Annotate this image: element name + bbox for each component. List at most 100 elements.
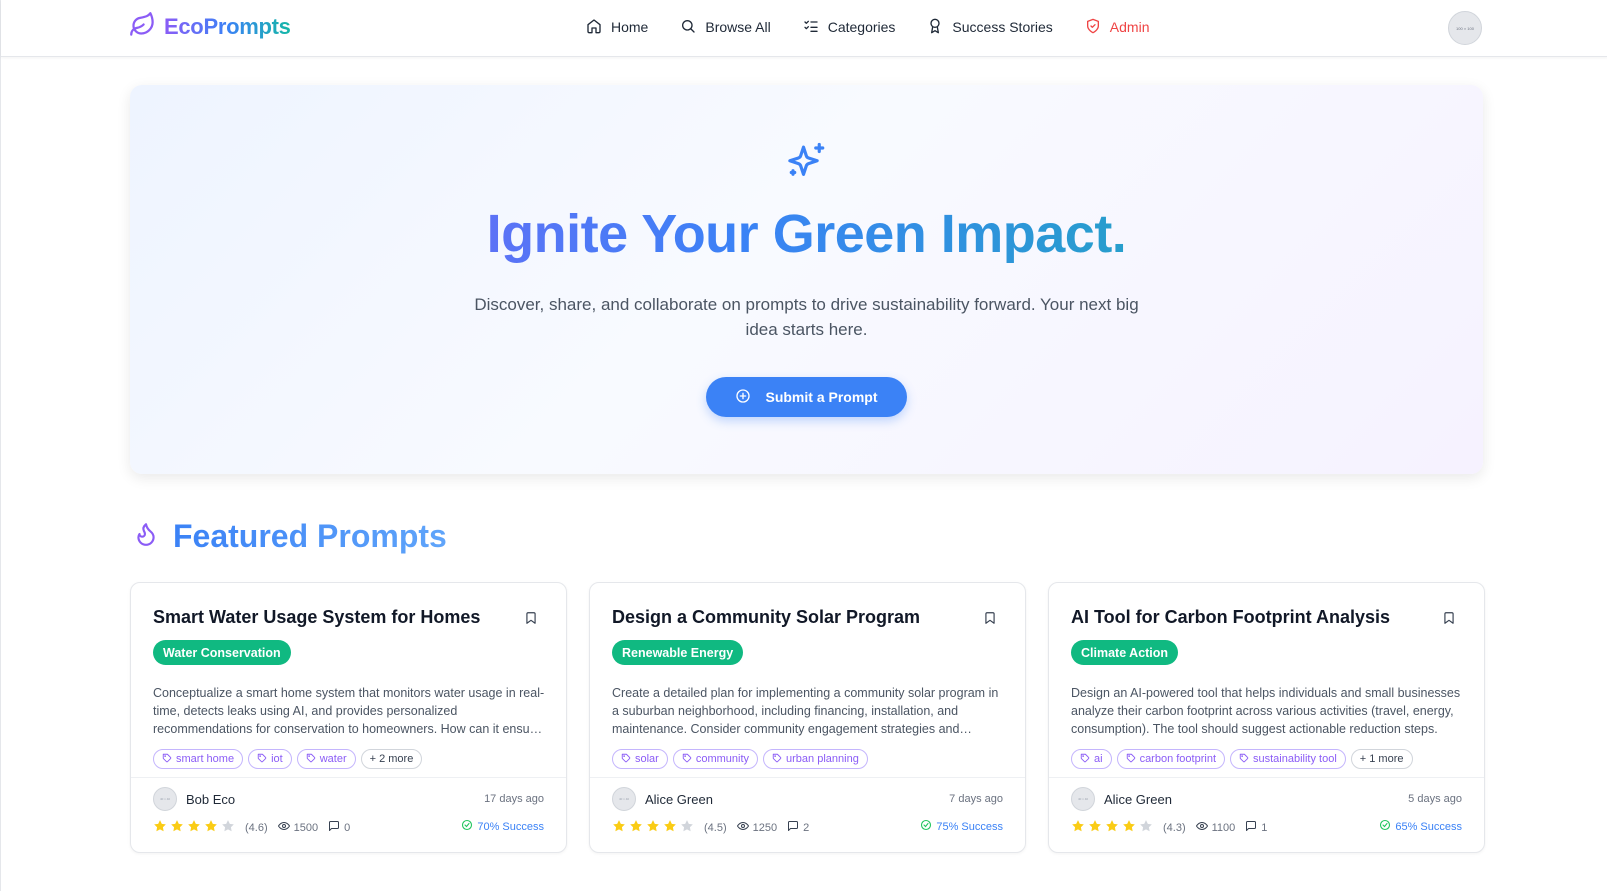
card-divider — [1049, 777, 1484, 778]
star-icon — [1122, 819, 1136, 836]
card-stats: (4.5) 1250 2 — [612, 819, 809, 836]
featured-header: Featured Prompts — [133, 516, 447, 556]
author[interactable]: 40 × 40 Bob Eco — [153, 787, 235, 811]
tag[interactable]: urban planning — [763, 749, 868, 769]
comment-icon — [328, 820, 340, 835]
check-circle-icon — [920, 819, 932, 834]
nav-browse-all-label: Browse All — [705, 19, 771, 35]
star-rating — [153, 819, 235, 836]
star-icon — [221, 819, 235, 836]
star-icon — [1071, 819, 1085, 836]
tag[interactable]: ai — [1071, 749, 1112, 769]
tag-icon — [162, 753, 172, 766]
tag[interactable]: sustainability tool — [1230, 749, 1346, 769]
tag[interactable]: solar — [612, 749, 668, 769]
submit-prompt-button[interactable]: Submit a Prompt — [706, 377, 907, 417]
views-count: 1250 — [736, 820, 777, 835]
tag-icon — [682, 753, 692, 766]
card-stats: (4.6) 1500 0 — [153, 819, 350, 836]
category-badge[interactable]: Renewable Energy — [612, 640, 744, 665]
prompt-card[interactable]: Smart Water Usage System for Homes Water… — [130, 582, 567, 853]
award-icon — [927, 18, 943, 37]
comments-count: 2 — [787, 820, 809, 835]
tag-icon — [1080, 753, 1090, 766]
star-icon — [646, 819, 660, 836]
comments-count: 1 — [1245, 820, 1267, 835]
card-title[interactable]: AI Tool for Carbon Footprint Analysis — [1071, 607, 1431, 628]
star-icon — [153, 819, 167, 836]
nav-browse-all[interactable]: Browse All — [680, 18, 771, 37]
category-badge[interactable]: Climate Action — [1071, 640, 1179, 665]
tag-list: smart home iot water + 2 more — [153, 749, 423, 769]
tag[interactable]: iot — [248, 749, 292, 769]
rating-value: (4.5) — [704, 821, 727, 834]
prompt-card[interactable]: Design a Community Solar Program Renewab… — [589, 582, 1026, 853]
time-ago: 7 days ago — [949, 793, 1003, 805]
tag-icon — [772, 753, 782, 766]
plus-circle-icon — [735, 388, 751, 407]
sparkles-icon — [786, 141, 828, 188]
author[interactable]: 40 × 40 Alice Green — [1071, 787, 1172, 811]
shield-icon — [1085, 18, 1101, 37]
card-description: Conceptualize a smart home system that m… — [153, 686, 545, 736]
author[interactable]: 40 × 40 Alice Green — [612, 787, 713, 811]
tag[interactable]: community — [672, 749, 759, 769]
hero-title: Ignite Your Green Impact. — [130, 203, 1483, 265]
user-avatar[interactable]: 100 × 100 — [1448, 11, 1482, 45]
star-icon — [187, 819, 201, 836]
tag[interactable]: water — [296, 749, 356, 769]
author-name: Alice Green — [645, 791, 713, 807]
nav-admin-label: Admin — [1109, 19, 1150, 35]
tag[interactable]: smart home — [153, 749, 244, 769]
card-title[interactable]: Smart Water Usage System for Homes — [153, 607, 513, 628]
card-title[interactable]: Design a Community Solar Program — [612, 607, 972, 628]
card-divider — [131, 777, 566, 778]
time-ago: 17 days ago — [484, 793, 544, 805]
nav-success-stories[interactable]: Success Stories — [927, 18, 1053, 37]
featured-title: Featured Prompts — [173, 517, 447, 554]
bookmark-icon[interactable] — [1442, 611, 1456, 630]
comment-icon — [787, 820, 799, 835]
more-tags-chip[interactable]: + 1 more — [1350, 749, 1413, 769]
card-description: Create a detailed plan for implementing … — [612, 686, 999, 736]
check-circle-icon — [1379, 819, 1391, 834]
nav-categories[interactable]: Categories — [803, 18, 896, 37]
nav-home[interactable]: Home — [586, 18, 648, 37]
success-rate: 65% Success — [1379, 819, 1462, 834]
author-avatar: 40 × 40 — [612, 787, 636, 811]
author-name: Bob Eco — [186, 791, 236, 807]
category-badge[interactable]: Water Conservation — [153, 640, 291, 665]
success-rate: 70% Success — [461, 819, 544, 834]
eye-icon — [1195, 820, 1208, 835]
star-icon — [680, 819, 694, 836]
star-rating — [612, 819, 694, 836]
star-icon — [612, 819, 626, 836]
star-icon — [629, 819, 643, 836]
nav-categories-label: Categories — [827, 19, 896, 35]
star-rating — [1071, 819, 1153, 836]
comments-count: 0 — [328, 820, 350, 835]
nav-admin[interactable]: Admin — [1085, 18, 1150, 37]
list-check-icon — [803, 18, 819, 37]
eye-icon — [277, 820, 290, 835]
hero-subtitle: Discover, share, and collaborate on prom… — [474, 295, 1139, 339]
bookmark-icon[interactable] — [524, 611, 538, 630]
tag-list: solar community urban planning — [612, 749, 868, 769]
brand-name: EcoPrompts — [164, 14, 291, 39]
featured-cards: Smart Water Usage System for Homes Water… — [130, 582, 1485, 853]
tag-icon — [306, 753, 316, 766]
tag[interactable]: carbon footprint — [1116, 749, 1225, 769]
bookmark-icon[interactable] — [983, 611, 997, 630]
time-ago: 5 days ago — [1408, 793, 1462, 805]
search-icon — [680, 18, 696, 37]
nav-home-label: Home — [611, 19, 649, 35]
more-tags-chip[interactable]: + 2 more — [360, 749, 423, 769]
star-icon — [663, 819, 677, 836]
success-rate: 75% Success — [920, 819, 1003, 834]
star-icon — [1088, 819, 1102, 836]
check-circle-icon — [461, 819, 473, 834]
brand-logo[interactable]: EcoPrompts — [129, 12, 291, 42]
star-icon — [204, 819, 218, 836]
top-navbar: EcoPrompts Home Browse All Categories Su… — [1, 0, 1607, 57]
prompt-card[interactable]: AI Tool for Carbon Footprint Analysis Cl… — [1048, 582, 1485, 853]
